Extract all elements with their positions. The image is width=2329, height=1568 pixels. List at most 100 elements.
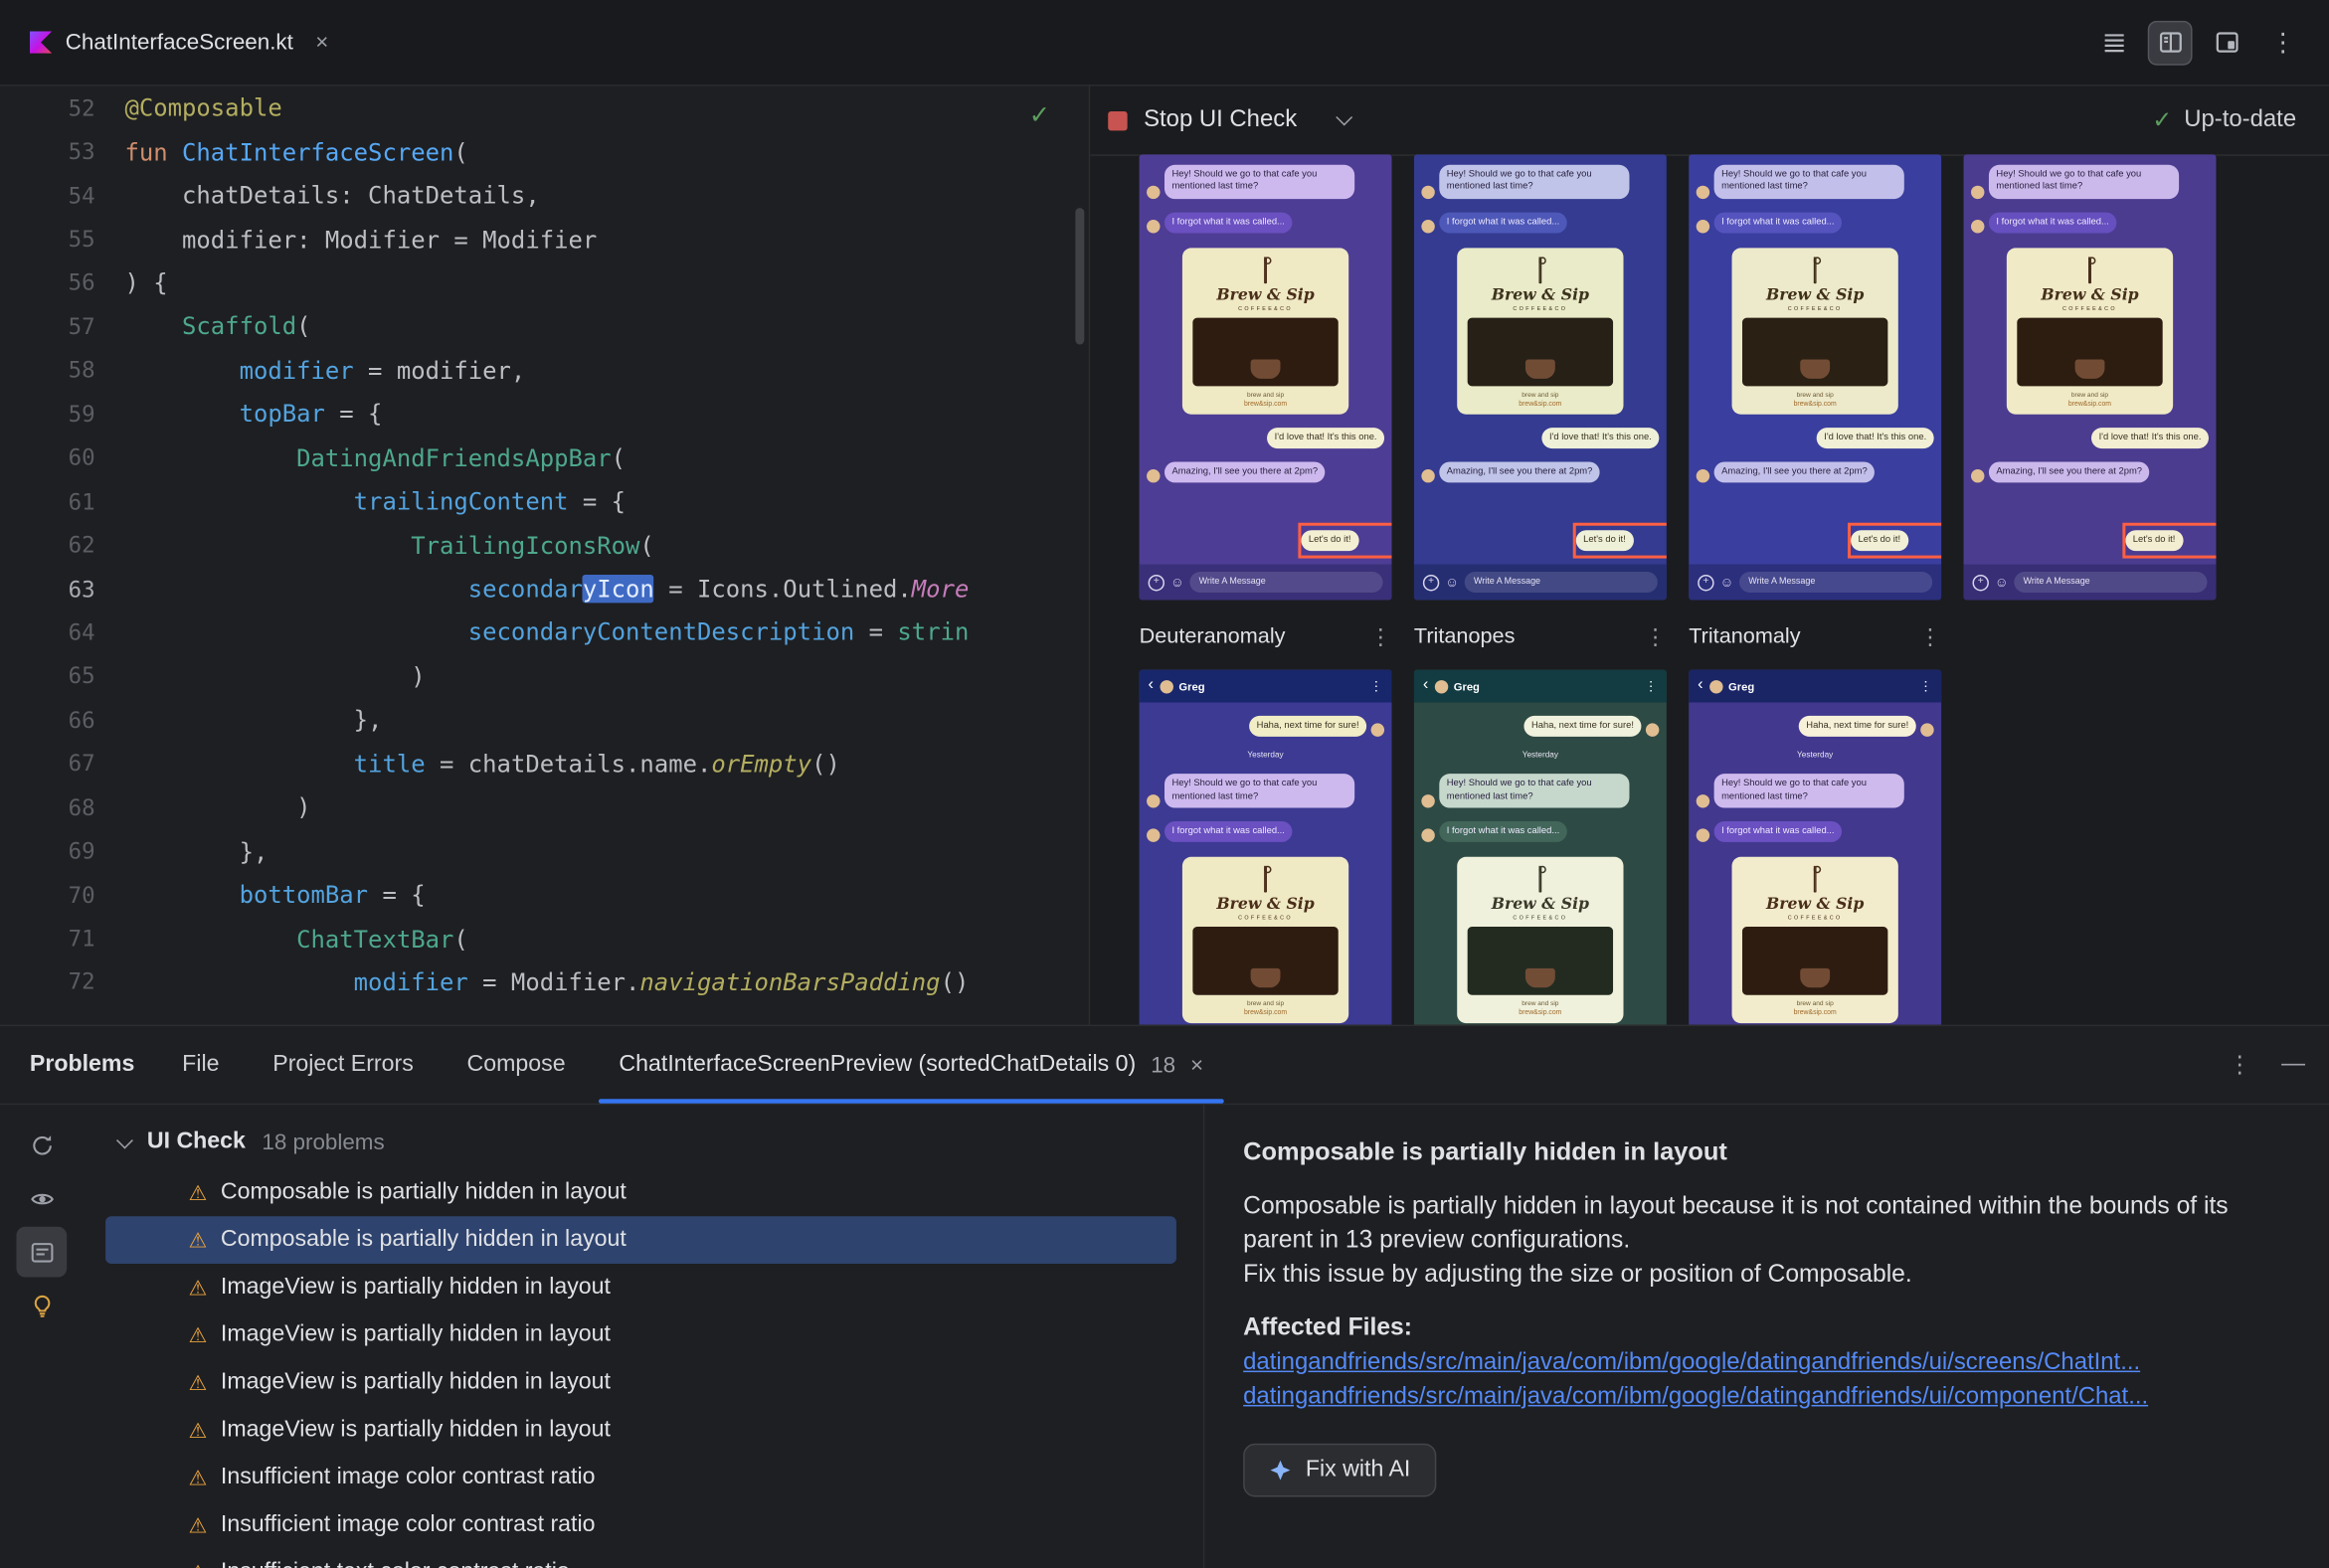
brand-subtitle: COFFEE&CO <box>1513 915 1568 922</box>
brand-url: brew&sip.com <box>1243 399 1288 408</box>
message-input[interactable]: Write A Message <box>1464 572 1658 593</box>
line-number: 72 <box>68 968 95 996</box>
message-input[interactable]: Write A Message <box>2014 572 2208 593</box>
emoji-icon[interactable]: ☺ <box>1720 575 1734 589</box>
attach-icon[interactable]: + <box>1698 574 1714 591</box>
problem-item[interactable]: ⚠ Insufficient image color contrast ratio <box>105 1454 1176 1501</box>
code-text: @Composable <box>124 93 282 122</box>
preview-phone[interactable]: ‹ Greg ⋮ Haha, next time for sure! Yesterday… <box>1413 669 1667 1025</box>
details-view-icon[interactable] <box>16 1226 68 1278</box>
attach-icon[interactable]: + <box>1148 574 1164 591</box>
preview-phone[interactable]: Hey! Should we go to that cafe you menti… <box>1139 154 1392 601</box>
code-line[interactable]: 65 ) <box>0 654 1089 698</box>
problem-item[interactable]: ⚠ ImageView is partially hidden in layout <box>105 1359 1176 1407</box>
code-line[interactable]: 54 chatDetails: ChatDetails, <box>0 174 1089 218</box>
tab-label: Project Errors <box>272 1051 414 1077</box>
emoji-icon[interactable]: ☺ <box>1445 575 1459 589</box>
tab-compose[interactable]: Compose <box>441 1026 593 1104</box>
inspections-ok-icon[interactable]: ✓ <box>1029 101 1050 131</box>
code-editor[interactable]: 52 @Composable 53 fun ChatInterfaceScreen(5… <box>0 86 1091 1025</box>
code-line[interactable]: 69 }, <box>0 829 1089 873</box>
problem-item[interactable]: ⚠ ImageView is partially hidden in layout <box>105 1406 1176 1454</box>
preview-phone[interactable]: Hey! Should we go to that cafe you menti… <box>1963 154 2217 601</box>
more-vertical-icon[interactable]: ⋮ <box>1644 623 1666 650</box>
message-input[interactable]: Write A Message <box>1189 572 1383 593</box>
attach-icon[interactable]: + <box>1972 574 1989 591</box>
problem-text: Composable is partially hidden in layout <box>220 1226 627 1253</box>
code-line[interactable]: 53 fun ChatInterfaceScreen( <box>0 130 1089 174</box>
problem-item[interactable]: ⚠ Composable is partially hidden in layou… <box>105 1216 1176 1265</box>
problem-item[interactable]: ⚠ Insufficient image color contrast ratio <box>105 1501 1176 1549</box>
avatar <box>1696 219 1710 234</box>
emoji-icon[interactable]: ☺ <box>1995 575 2009 589</box>
problem-item[interactable]: ⚠ Composable is partially hidden in layou… <box>105 1168 1176 1216</box>
tree-group-row[interactable]: UI Check 18 problems <box>116 1123 1202 1161</box>
preview-grid: Hey! Should we go to that cafe you menti… <box>1090 154 2329 1025</box>
code-line[interactable]: 57 Scaffold( <box>0 304 1089 348</box>
code-line[interactable]: 71 ChatTextBar( <box>0 917 1089 960</box>
code-line[interactable]: 67 title = chatDetails.name.orEmpty() <box>0 742 1089 785</box>
message-input-bar[interactable]: + ☺ Write A Message <box>1689 564 1942 601</box>
code-line[interactable]: 70 bottomBar = { <box>0 873 1089 917</box>
minimize-icon[interactable]: — <box>2281 1051 2305 1078</box>
coffee-photo <box>1467 317 1614 387</box>
attach-icon[interactable]: + <box>1422 574 1440 591</box>
more-vertical-icon[interactable]: ⋮ <box>1919 623 1941 650</box>
code-line[interactable]: 72 modifier = Modifier.navigationBarsPad… <box>0 960 1089 1004</box>
message-input[interactable]: Write A Message <box>1739 572 1933 593</box>
problem-item[interactable]: ⚠Insufficient text color contrast ratio <box>105 1549 1176 1568</box>
stop-ui-check-button[interactable]: Stop UI Check <box>1108 107 1297 134</box>
tab-project-errors[interactable]: Project Errors <box>246 1026 440 1104</box>
preview-phone[interactable]: ‹ Greg ⋮ Haha, next time for sure! Yesterday… <box>1689 669 1942 1025</box>
affected-file-link[interactable]: datingandfriends/src/main/java/com/ibm/g… <box>1243 1384 2290 1411</box>
emoji-icon[interactable]: ☺ <box>1170 575 1184 589</box>
message-input-bar[interactable]: + ☺ Write A Message <box>1139 564 1392 601</box>
problem-item[interactable]: ⚠ ImageView is partially hidden in layout <box>105 1264 1176 1311</box>
code-line[interactable]: 66 }, <box>0 698 1089 742</box>
code-line[interactable]: 55 modifier: Modifier = Modifier <box>0 218 1089 261</box>
problems-tabs: File Project Errors Compose ChatInterfaceSc… <box>155 1026 1230 1104</box>
line-number: 62 <box>68 531 95 559</box>
preview-phone[interactable]: ‹ Greg ⋮ Haha, next time for sure! Yesterday… <box>1139 669 1392 1025</box>
code-line[interactable]: 62 TrailingIconsRow( <box>0 523 1089 567</box>
code-line[interactable]: 60 DatingAndFriendsAppBar( <box>0 436 1089 479</box>
brand-card: Brew & Sip COFFEE&CO brew and sip brew&sip.… <box>1457 248 1624 415</box>
tab-chatinterfacescreenpreview-sortedchatdetails-0[interactable]: ChatInterfaceScreenPreview (sortedChatDe… <box>593 1026 1231 1104</box>
brand-subtitle: COFFEE&CO <box>2062 305 2117 312</box>
brand-url: brew&sip.com <box>1793 1008 1837 1016</box>
code-line[interactable]: 59 topBar = { <box>0 392 1089 436</box>
code-line[interactable]: 63 secondaryIcon = Icons.Outlined.More <box>0 567 1089 610</box>
chevron-down-icon[interactable] <box>1336 108 1353 126</box>
code-line[interactable]: 58 modifier = modifier, <box>0 348 1089 392</box>
warning-icon: ⚠ <box>188 1370 208 1395</box>
chat-bubble: I'd love that! It's this one. <box>1267 427 1385 449</box>
editor-tab[interactable]: ChatInterfaceScreen.kt × <box>0 0 349 85</box>
editor-scrollbar[interactable] <box>1075 208 1085 345</box>
code-line[interactable]: 56) { <box>0 261 1089 305</box>
code-line[interactable]: 61 trailingContent = { <box>0 479 1089 523</box>
message-input-bar[interactable]: + ☺ Write A Message <box>1413 564 1667 601</box>
code-line[interactable]: 68 ) <box>0 785 1089 829</box>
list-view-icon[interactable] <box>2091 20 2136 65</box>
preview-phone[interactable]: Hey! Should we go to that cafe you menti… <box>1689 154 1942 601</box>
affected-file-link[interactable]: datingandfriends/src/main/java/com/ibm/g… <box>1243 1350 2290 1377</box>
tab-close-icon[interactable]: × <box>1190 1052 1203 1077</box>
tab-file[interactable]: File <box>155 1026 246 1104</box>
more-vertical-icon[interactable]: ⋮ <box>2228 1050 2251 1080</box>
brand-subtitle: COFFEE&CO <box>1787 915 1843 922</box>
code-line[interactable]: 64 secondaryContentDescription = strin <box>0 610 1089 654</box>
fix-with-ai-button[interactable]: Fix with AI <box>1243 1443 1436 1497</box>
preview-layout-icon[interactable] <box>2205 20 2249 65</box>
code-line[interactable]: 52 @Composable <box>0 87 1089 130</box>
tab-close-icon[interactable]: × <box>315 30 328 55</box>
preview-phone[interactable]: Hey! Should we go to that cafe you menti… <box>1413 154 1667 601</box>
problem-item[interactable]: ⚠ ImageView is partially hidden in layout <box>105 1311 1176 1359</box>
preview-eye-icon[interactable] <box>16 1173 67 1224</box>
coffee-photo <box>1192 317 1339 387</box>
more-vertical-icon[interactable]: ⋮ <box>2260 20 2305 65</box>
split-editor-icon[interactable] <box>2147 20 2193 65</box>
more-vertical-icon[interactable]: ⋮ <box>1369 623 1391 650</box>
refresh-icon[interactable] <box>16 1120 67 1170</box>
message-input-bar[interactable]: + ☺ Write A Message <box>1963 564 2217 601</box>
lightbulb-icon[interactable] <box>16 1280 67 1330</box>
